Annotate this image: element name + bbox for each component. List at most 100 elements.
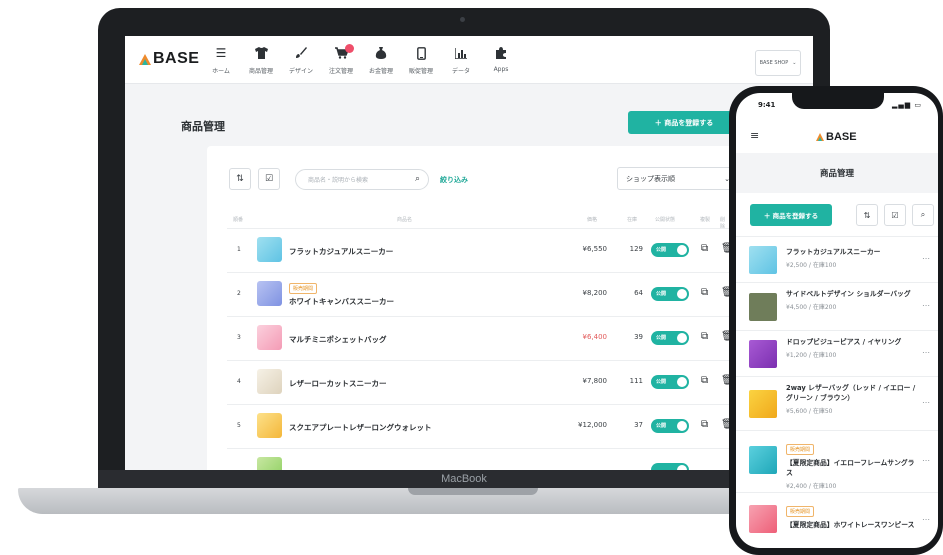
- more-options-icon[interactable]: ⋯: [922, 398, 930, 407]
- sort-arrows-icon: ⇅: [863, 210, 871, 220]
- list-item[interactable]: 販売期間 【夏限定商品】ホワイトレースワンピース ⋯: [736, 492, 938, 548]
- more-options-icon[interactable]: ⋯: [922, 301, 930, 310]
- toggle-knob: [677, 421, 687, 431]
- hamburger-menu-icon[interactable]: ≡: [750, 129, 759, 142]
- publish-toggle[interactable]: 公開: [651, 419, 689, 433]
- nav-item-home[interactable]: ☰ ホーム: [201, 42, 241, 75]
- list-item[interactable]: サイドベルトデザイン ショルダーバッグ ¥4,500 / 在庫200 ⋯: [736, 282, 938, 330]
- cart-icon: [334, 42, 354, 64]
- table-row[interactable]: 3 マルチミニポシェットバッグ ¥6,400 39 公開 ⧉ 🗑: [227, 316, 737, 360]
- product-name[interactable]: スクエアプレートレザーロングウォレット: [289, 422, 432, 433]
- table-row[interactable]: 5 スクエアプレートレザーロングウォレット ¥12,000 37 公開 ⧉ 🗑: [227, 404, 737, 448]
- product-name-cell: 販売期間 ホワイトキャンバススニーカー: [289, 273, 394, 317]
- bulk-select-button[interactable]: ☑: [258, 168, 280, 190]
- laptop-screen: BASE ☰ ホーム 商品管理 デザイン 注文管理 お金管理 販促管理 データ …: [125, 36, 813, 476]
- column-header-price[interactable]: 価格: [587, 216, 597, 223]
- list-item[interactable]: ドロップビジューピアス / イヤリング ¥1,200 / 在庫100 ⋯: [736, 330, 938, 376]
- add-item-button[interactable]: ＋ 商品を登録する: [750, 204, 832, 226]
- publish-toggle[interactable]: 公開: [651, 287, 689, 301]
- sort-toggle-button[interactable]: ⇅: [856, 204, 878, 226]
- publish-toggle[interactable]: 公開: [651, 243, 689, 257]
- add-item-button[interactable]: ＋ 商品を登録する: [628, 111, 740, 134]
- row-number: 4: [237, 378, 241, 385]
- laptop-chin: MacBook: [98, 470, 830, 490]
- list-item[interactable]: 2way レザーバッグ（レッド / イエロー / グリーン / ブラウン） ¥5…: [736, 376, 938, 430]
- nav-item-apps[interactable]: Apps: [481, 42, 521, 75]
- column-header-name[interactable]: 商品名: [397, 216, 412, 223]
- publish-toggle[interactable]: 公開: [651, 331, 689, 345]
- sort-select-value: ショップ表示順: [626, 174, 675, 183]
- column-header-order[interactable]: 順番: [233, 216, 243, 223]
- product-name[interactable]: レザーローカットスニーカー: [289, 378, 387, 389]
- copy-icon[interactable]: ⧉: [701, 243, 708, 254]
- nav-label: デザイン: [288, 68, 313, 75]
- column-header-stock[interactable]: 在庫: [627, 216, 637, 223]
- table-row[interactable]: 1 フラットカジュアルスニーカー ¥6,550 129 公開 ⧉ 🗑: [227, 228, 737, 272]
- table-row[interactable]: 4 レザーローカットスニーカー ¥7,800 111 公開 ⧉ 🗑: [227, 360, 737, 404]
- sort-toggle-button[interactable]: ⇅: [229, 168, 251, 190]
- search-icon[interactable]: ⌕: [415, 174, 420, 184]
- product-info: フラットカジュアルスニーカー ¥2,500 / 在庫100: [786, 247, 916, 269]
- publish-toggle[interactable]: 公開: [651, 375, 689, 389]
- publish-toggle-label: 公開: [656, 291, 667, 297]
- copy-icon[interactable]: ⧉: [701, 287, 708, 298]
- product-price-stock: ¥2,400 / 在庫100: [786, 483, 837, 490]
- sale-period-badge: 販売期間: [786, 444, 815, 455]
- base-logo[interactable]: BASE: [139, 50, 199, 68]
- toggle-knob: [677, 377, 687, 387]
- nav-item-design[interactable]: デザイン: [281, 42, 321, 75]
- item-list-card: ⇅ ☑ 商品名・説明から検索 ⌕ 絞り込み ショップ表示順 ⌄ 順番 商品名 価…: [207, 146, 747, 476]
- product-name[interactable]: フラットカジュアルスニーカー: [289, 246, 393, 257]
- product-name[interactable]: ホワイトキャンバススニーカー: [289, 296, 394, 307]
- nav-item-money[interactable]: お金管理: [361, 42, 401, 75]
- nav-label: データ: [451, 68, 470, 75]
- copy-icon[interactable]: ⧉: [701, 419, 708, 430]
- nav-label: 販促管理: [408, 68, 433, 75]
- sort-select[interactable]: ショップ表示順 ⌄: [617, 167, 739, 190]
- product-name-cell: レザーローカットスニーカー: [289, 361, 387, 405]
- table-row[interactable]: 2 販売期間 ホワイトキャンバススニーカー ¥8,200 64 公開 ⧉ 🗑: [227, 272, 737, 316]
- status-time: 9:41: [758, 101, 776, 109]
- logo-triangle-icon: [816, 133, 824, 141]
- battery-icon: ▭: [914, 101, 922, 109]
- base-logo[interactable]: BASE: [816, 131, 857, 143]
- product-thumbnail: [749, 293, 777, 321]
- laptop-notch: [408, 488, 538, 495]
- search-placeholder: 商品名・説明から検索: [308, 177, 369, 184]
- product-name: 【夏限定商品】ホワイトレースワンピース: [786, 521, 915, 529]
- more-options-icon[interactable]: ⋯: [922, 515, 930, 524]
- nav-label: Apps: [493, 66, 509, 73]
- table-header: 順番 商品名 価格 在庫 公開状態 複製 削除: [227, 216, 727, 230]
- nav-item-orders[interactable]: 注文管理: [321, 42, 361, 75]
- product-stock: 64: [634, 289, 643, 297]
- product-price: ¥6,550: [582, 245, 608, 253]
- product-info: 販売期間 【夏限定商品】イエローフレームサングラス ¥2,400 / 在庫100: [786, 436, 916, 490]
- more-options-icon[interactable]: ⋯: [922, 254, 930, 263]
- nav-label: お金管理: [368, 68, 393, 75]
- nav-item-promotion[interactable]: 販促管理: [401, 42, 441, 75]
- publish-toggle-label: 公開: [656, 379, 667, 385]
- more-options-icon[interactable]: ⋯: [922, 348, 930, 357]
- publish-toggle-label: 公開: [656, 423, 667, 429]
- product-price-stock: ¥1,200 / 在庫100: [786, 352, 837, 359]
- more-options-icon[interactable]: ⋯: [922, 456, 930, 465]
- bulk-select-button[interactable]: ☑: [884, 204, 906, 226]
- chart-icon: [455, 42, 467, 64]
- product-thumbnail: [257, 237, 282, 262]
- nav-item-data[interactable]: データ: [441, 42, 481, 75]
- list-item[interactable]: フラットカジュアルスニーカー ¥2,500 / 在庫100 ⋯: [736, 236, 938, 282]
- product-name[interactable]: マルチミニポシェットバッグ: [289, 334, 387, 345]
- laptop-lid: BASE ☰ ホーム 商品管理 デザイン 注文管理 お金管理 販促管理 データ …: [98, 8, 830, 488]
- nav-item-items[interactable]: 商品管理: [241, 42, 281, 75]
- list-item[interactable]: 販売期間 【夏限定商品】イエローフレームサングラス ¥2,400 / 在庫100…: [736, 430, 938, 492]
- shop-selector[interactable]: BASE SHOP ⌄: [755, 50, 801, 76]
- copy-icon[interactable]: ⧉: [701, 331, 708, 342]
- product-stock: 111: [629, 377, 643, 385]
- search-input[interactable]: 商品名・説明から検索 ⌕: [295, 169, 429, 190]
- copy-icon[interactable]: ⧉: [701, 375, 708, 386]
- product-name-cell: マルチミニポシェットバッグ: [289, 317, 387, 361]
- macbook-label: MacBook: [441, 473, 487, 485]
- product-stock: 129: [629, 245, 643, 253]
- filter-link[interactable]: 絞り込み: [440, 175, 468, 185]
- search-button[interactable]: ⌕: [912, 204, 934, 226]
